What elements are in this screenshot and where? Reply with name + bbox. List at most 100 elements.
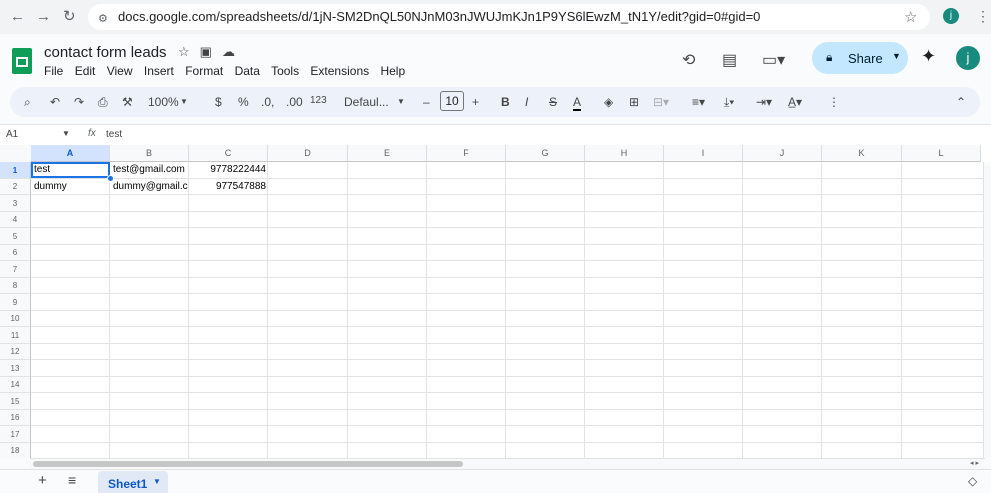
browser-menu-icon[interactable]: ⋮ xyxy=(976,8,990,25)
reload-icon[interactable]: ↻ xyxy=(63,8,76,26)
column-header-e[interactable]: E xyxy=(348,145,427,162)
column-header-b[interactable]: B xyxy=(110,145,189,162)
column-header-c[interactable]: C xyxy=(189,145,268,162)
spreadsheet-grid[interactable]: ABCDEFGHIJKL 1 2 3 4 5 6 7 8 9 10 11 12 13 14 15 16 17 18… xyxy=(0,145,991,458)
text-wrap-icon[interactable]: ⇥▾ xyxy=(756,95,772,109)
align-horizontal-icon[interactable]: ≡▾ xyxy=(692,95,705,109)
column-header-l[interactable]: L xyxy=(902,145,981,162)
font-size-increase-button[interactable]: + xyxy=(472,95,479,109)
url-text[interactable]: docs.google.com/spreadsheets/d/1jN-SM2Dn… xyxy=(118,9,760,24)
share-button[interactable]: 🔒︎ Share ▼ xyxy=(812,42,908,74)
cell-C1[interactable]: 9778222444 xyxy=(191,162,266,178)
column-header-f[interactable]: F xyxy=(427,145,506,162)
row-header-3[interactable]: 3 xyxy=(0,195,31,212)
arrow-right-icon[interactable]: → xyxy=(36,8,51,26)
row-header-9[interactable]: 9 xyxy=(0,294,31,311)
row-header-4[interactable]: 4 xyxy=(0,212,31,228)
row-header-2[interactable]: 2 xyxy=(0,179,31,195)
zoom-select[interactable]: 100% xyxy=(148,95,179,109)
cell-B1[interactable]: test@gmail.com xyxy=(113,162,189,178)
formula-input[interactable]: test xyxy=(106,129,122,140)
site-info-icon[interactable]: ⚙ xyxy=(98,10,108,28)
menu-extensions[interactable]: Extensions xyxy=(310,64,369,78)
italic-button[interactable]: I xyxy=(525,95,528,109)
row-header-15[interactable]: 15 xyxy=(0,393,31,410)
increase-decimal-button[interactable]: .00 xyxy=(286,95,303,109)
font-select[interactable]: Defaul... xyxy=(344,95,389,109)
borders-icon[interactable]: ⊞ xyxy=(629,95,639,109)
arrow-left-icon[interactable]: ← xyxy=(10,8,25,26)
percent-button[interactable]: % xyxy=(238,95,249,109)
row-header-5[interactable]: 5 xyxy=(0,228,31,245)
more-formats-button[interactable]: 123 xyxy=(310,95,327,106)
cell-C2[interactable]: 977547888 xyxy=(191,179,266,195)
document-title[interactable]: contact form leads xyxy=(44,44,167,61)
fill-handle[interactable] xyxy=(107,175,114,182)
cell-A2[interactable]: dummy xyxy=(34,179,109,195)
column-header-d[interactable]: D xyxy=(268,145,348,162)
profile-avatar[interactable]: j xyxy=(943,8,959,24)
gemini-sparkle-icon[interactable]: ✦ xyxy=(921,46,936,67)
row-header-10[interactable]: 10 xyxy=(0,311,31,327)
search-icon[interactable]: ⌕ xyxy=(24,95,31,110)
collapse-menus-icon[interactable]: ⌃ xyxy=(956,95,966,109)
explore-icon[interactable]: ◇ xyxy=(968,474,977,488)
more-options-icon[interactable]: ⋮ xyxy=(828,95,840,109)
undo-icon[interactable]: ↶ xyxy=(50,95,60,109)
font-size-decrease-button[interactable]: – xyxy=(423,95,430,109)
merge-cells-icon[interactable]: ⊟▾ xyxy=(653,95,669,109)
row-header-11[interactable]: 11 xyxy=(0,327,31,344)
column-header-g[interactable]: G xyxy=(506,145,585,162)
column-header-j[interactable]: J xyxy=(743,145,822,162)
cloud-status-icon[interactable]: ☁ xyxy=(222,44,245,59)
row-header-18[interactable]: 18 xyxy=(0,443,31,458)
vertical-scrollbar[interactable] xyxy=(983,162,991,458)
chevron-down-icon[interactable]: ▼ xyxy=(62,129,70,138)
decrease-decimal-button[interactable]: .0, xyxy=(261,95,274,109)
sheet-tab-sheet1[interactable]: Sheet1 ▼ xyxy=(98,471,168,493)
star-icon[interactable]: ☆ xyxy=(178,44,200,59)
column-header-h[interactable]: H xyxy=(585,145,664,162)
comments-icon[interactable]: ▤ xyxy=(722,50,737,70)
row-header-7[interactable]: 7 xyxy=(0,261,31,278)
chevron-down-icon[interactable]: ▼ xyxy=(892,51,901,61)
chevron-down-icon[interactable]: ▼ xyxy=(180,97,188,106)
row-header-17[interactable]: 17 xyxy=(0,426,31,443)
bookmark-star-icon[interactable]: ☆ xyxy=(904,8,917,26)
menu-tools[interactable]: Tools xyxy=(271,64,299,78)
select-all-corner[interactable] xyxy=(0,145,32,163)
column-header-i[interactable]: I xyxy=(664,145,743,162)
column-header-a[interactable]: A xyxy=(31,145,110,162)
strikethrough-button[interactable]: S xyxy=(549,95,557,109)
menu-view[interactable]: View xyxy=(107,64,133,78)
row-header-12[interactable]: 12 xyxy=(0,344,31,360)
all-sheets-icon[interactable]: ≡ xyxy=(68,472,76,488)
menu-edit[interactable]: Edit xyxy=(75,64,96,78)
align-vertical-icon[interactable]: ⤓▾ xyxy=(724,95,734,110)
fill-color-icon[interactable]: ◈ xyxy=(604,95,613,109)
menu-data[interactable]: Data xyxy=(235,64,260,78)
scroll-arrows-icon[interactable]: ◂ ▸ xyxy=(970,459,979,467)
row-header-8[interactable]: 8 xyxy=(0,278,31,294)
row-header-14[interactable]: 14 xyxy=(0,377,31,393)
horizontal-scrollbar[interactable]: ◂ ▸ xyxy=(30,458,985,469)
menu-help[interactable]: Help xyxy=(380,64,405,78)
scrollbar-thumb[interactable] xyxy=(33,461,463,467)
menu-file[interactable]: File xyxy=(44,64,63,78)
sheets-logo-icon[interactable] xyxy=(12,48,32,74)
print-icon[interactable]: ⎙ xyxy=(98,95,108,110)
currency-button[interactable]: $ xyxy=(215,95,222,109)
column-header-k[interactable]: K xyxy=(822,145,902,162)
chevron-down-icon[interactable]: ▼ xyxy=(397,97,405,106)
meet-icon[interactable]: ▭▾ xyxy=(762,50,785,70)
chevron-down-icon[interactable]: ▼ xyxy=(153,477,161,486)
text-color-button[interactable]: A xyxy=(573,95,582,111)
version-history-icon[interactable]: ⟲ xyxy=(682,50,695,70)
paint-format-icon[interactable]: ⚒ xyxy=(122,95,133,109)
bold-button[interactable]: B xyxy=(501,95,510,109)
account-avatar[interactable]: j xyxy=(956,46,980,70)
font-size-input[interactable]: 10 xyxy=(440,91,464,111)
move-folder-icon[interactable]: ▣ xyxy=(200,44,222,59)
menu-insert[interactable]: Insert xyxy=(144,64,174,78)
name-box[interactable]: A1 xyxy=(6,129,18,140)
